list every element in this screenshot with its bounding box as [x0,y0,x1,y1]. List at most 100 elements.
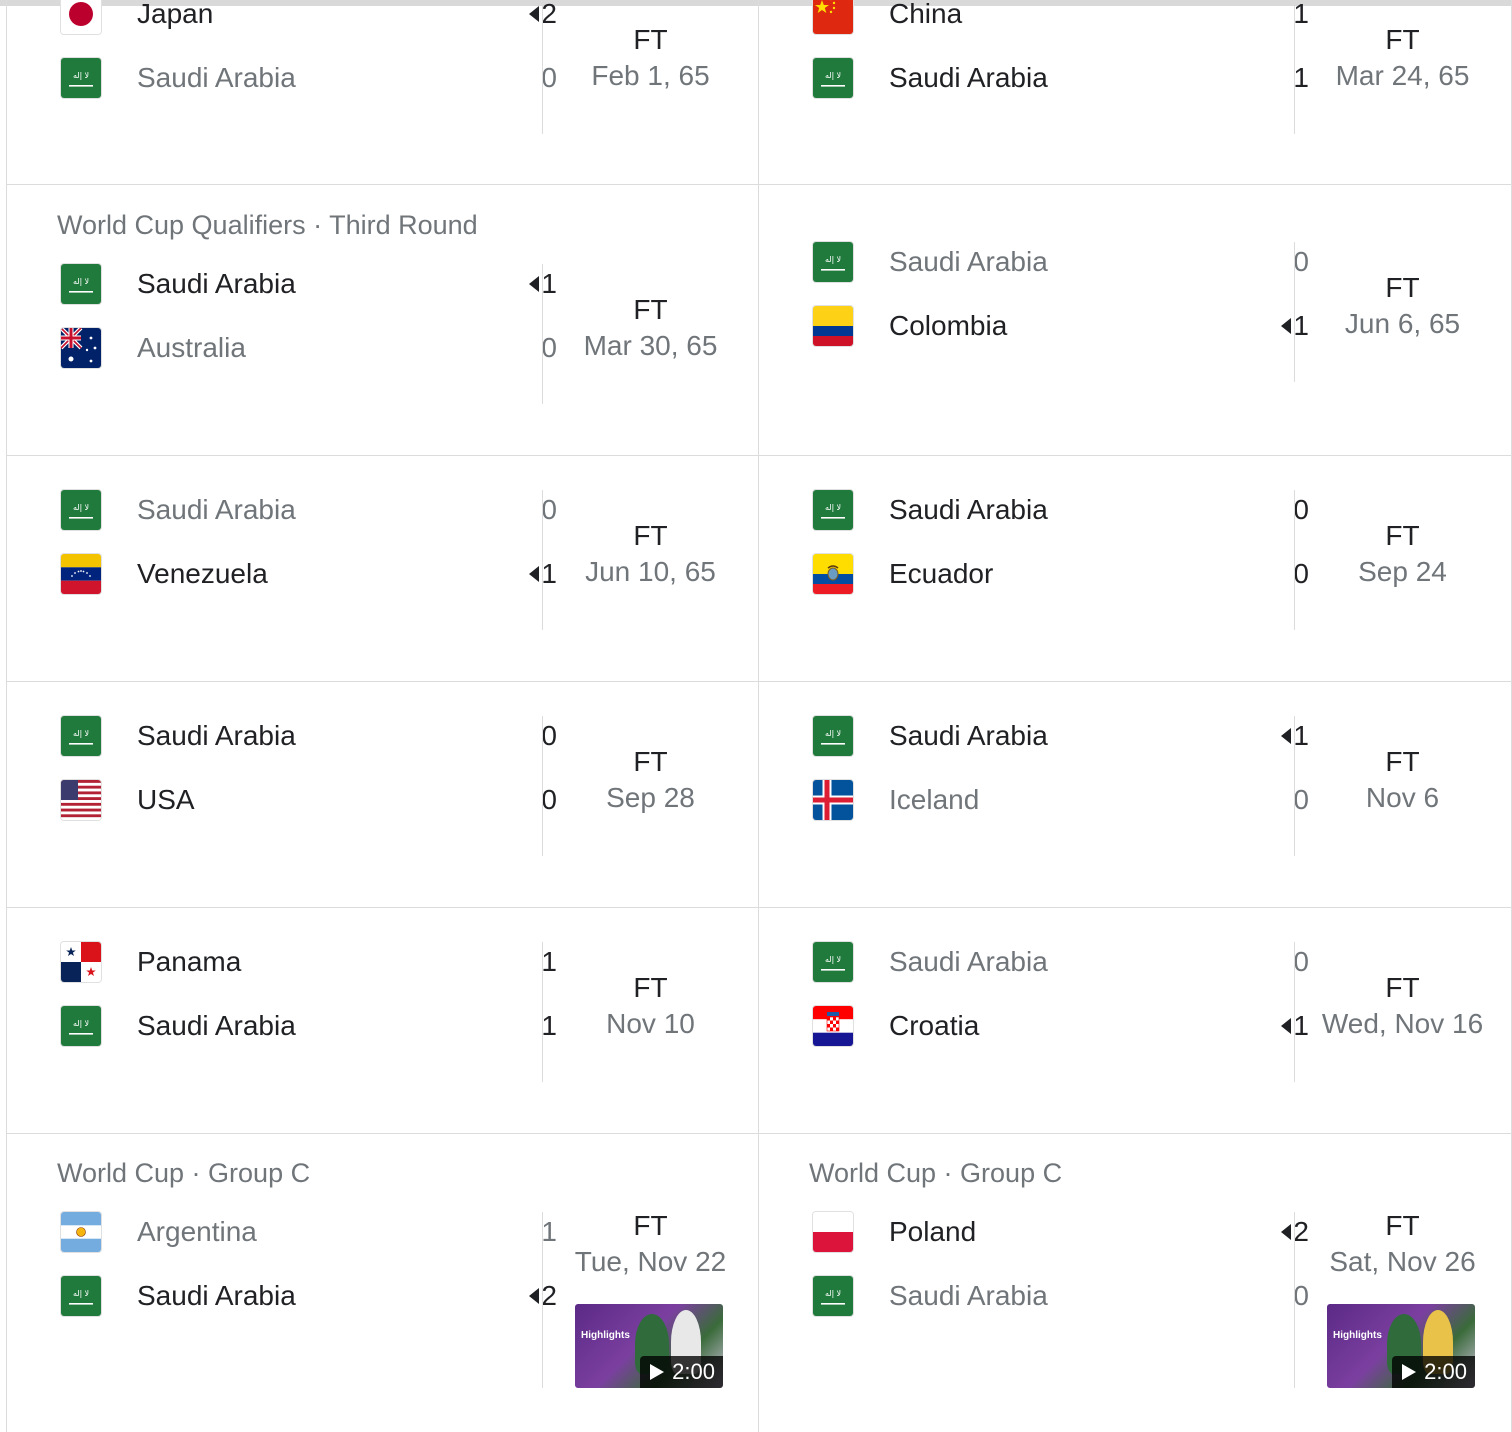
team-name: Venezuela [137,558,268,589]
team-row[interactable]: ﻻ إﻟﻪ Saudi Arabia 1 [57,262,557,306]
team-row[interactable]: Colombia 1 [809,304,1309,348]
team-name: Saudi Arabia [137,62,296,93]
team-row[interactable]: Australia 0 [57,326,557,370]
saudi-flag-graphic: ﻻ إﻟﻪ [813,490,853,530]
match-card[interactable]: ﻻ إﻟﻪ Saudi Arabia 0 Venezuela 1 FT Jun 10, 65 [6,456,759,682]
svg-text:ﻻ إﻟﻪ: ﻻ إﻟﻪ [73,1289,89,1299]
match-status: FT Mar 24, 65 [1295,24,1510,92]
match-status: FT Wed, Nov 16 [1295,972,1510,1040]
play-icon [650,1364,665,1380]
team-name: Ecuador [889,558,994,589]
match-card[interactable]: ﻻ إﻟﻪ Saudi Arabia 1 Iceland 0 FT Nov 6 [758,682,1512,908]
team-name: USA [137,784,195,815]
team-row[interactable]: ﻻ إﻟﻪ Saudi Arabia 0 [57,714,557,758]
match-status: FT Feb 1, 65 [543,24,758,92]
competition-label[interactable]: World Cup Qualifiers · Third Round [57,210,478,241]
team-row[interactable]: Croatia 1 [809,1004,1309,1048]
team-row[interactable]: Argentina 1 [57,1210,557,1254]
winner-arrow-icon [529,1288,539,1304]
match-date: Sep 28 [606,782,695,813]
match-status: FT Sat, Nov 26 [1295,1210,1510,1278]
highlights-video-thumbnail[interactable]: Highlights 2:00 [1327,1304,1475,1388]
saudi-flag: ﻻ إﻟﻪ [813,242,853,282]
team-row[interactable]: USA 0 [57,778,557,822]
saudi-flag-graphic: ﻻ إﻟﻪ [813,716,853,756]
match-card[interactable]: World Cup Qualifiers · Third Round ﻻ إﻟﻪ S… [6,185,759,456]
match-card[interactable]: ﻻ إﻟﻪ Saudi Arabia 0 Colombia 1 FT Jun 6, 65 [758,185,1512,456]
team-row[interactable]: Ecuador 0 [809,552,1309,596]
saudi-flag: ﻻ إﻟﻪ [813,942,853,982]
match-date: Sep 24 [1358,556,1447,587]
team-name: Saudi Arabia [137,494,296,525]
match-date: Wed, Nov 16 [1321,1008,1484,1039]
team-name: Saudi Arabia [889,720,1048,751]
croatia-flag-graphic [813,1006,853,1046]
china-flag [813,0,853,34]
team-row[interactable]: ﻻ إﻟﻪ Saudi Arabia 1 [809,714,1309,758]
team-row[interactable]: Iceland 0 [809,778,1309,822]
video-duration: 2:00 [1392,1356,1475,1388]
ecuador-flag-graphic [813,554,853,594]
team-row[interactable]: Venezuela 1 [57,552,557,596]
saudi-flag-graphic: ﻻ إﻟﻪ [61,1006,101,1046]
team-row[interactable]: Japan 2 [57,0,557,36]
team-row[interactable]: ﻻ إﻟﻪ Saudi Arabia 0 [809,1274,1309,1318]
match-card[interactable]: ﻻ إﻟﻪ Saudi Arabia 0 Croatia 1 FT Wed, Nov 16 [758,908,1512,1134]
match-card[interactable]: Japan 2 ﻻ إﻟﻪ Saudi Arabia 0 FT Feb 1, 65 [6,0,759,185]
argentina-flag-graphic [61,1212,101,1252]
poland-flag-graphic [813,1212,853,1252]
team-row[interactable]: ﻻ إﻟﻪ Saudi Arabia 0 [57,56,557,100]
saudi-flag: ﻻ إﻟﻪ [813,58,853,98]
team-row[interactable]: ﻻ إﻟﻪ Saudi Arabia 1 [809,56,1309,100]
team-name: Argentina [137,1216,257,1247]
team-row[interactable]: Poland 2 [809,1210,1309,1254]
ecuador-flag [813,554,853,594]
match-status: FT Tue, Nov 22 [543,1210,758,1278]
usa-flag [61,780,101,820]
saudi-flag: ﻻ إﻟﻪ [61,490,101,530]
team-name: Saudi Arabia [889,62,1048,93]
saudi-flag-graphic: ﻻ إﻟﻪ [813,1276,853,1316]
match-status: FT Jun 6, 65 [1295,272,1510,340]
team-row[interactable]: Panama 1 [57,940,557,984]
team-row[interactable]: China 1 [809,0,1309,36]
usa-flag-graphic [61,780,101,820]
match-card[interactable]: World Cup · Group C Argentina 1 ﻻ إﻟﻪ Saudi … [6,1134,759,1432]
team-row[interactable]: ﻻ إﻟﻪ Saudi Arabia 0 [809,488,1309,532]
team-row[interactable]: ﻻ إﻟﻪ Saudi Arabia 0 [809,240,1309,284]
svg-text:ﻻ إﻟﻪ: ﻻ إﻟﻪ [73,71,89,81]
status-label: FT [633,520,668,551]
team-name: Croatia [889,1010,980,1041]
team-name: Saudi Arabia [137,720,296,751]
svg-text:ﻻ إﻟﻪ: ﻻ إﻟﻪ [73,277,89,287]
svg-text:ﻻ إﻟﻪ: ﻻ إﻟﻪ [73,1019,89,1029]
match-card[interactable]: ﻻ إﻟﻪ Saudi Arabia 0 USA 0 FT Sep 28 [6,682,759,908]
winner-arrow-icon [529,566,539,582]
highlights-label: Highlights [581,1330,630,1341]
team-row[interactable]: ﻻ إﻟﻪ Saudi Arabia 0 [57,488,557,532]
competition-label[interactable]: World Cup · Group C [57,1158,310,1189]
saudi-flag: ﻻ إﻟﻪ [61,1276,101,1316]
highlights-video-thumbnail[interactable]: Highlights 2:00 [575,1304,723,1388]
status-label: FT [1385,746,1420,777]
team-row[interactable]: ﻻ إﻟﻪ Saudi Arabia 0 [809,940,1309,984]
match-card[interactable]: World Cup · Group C Poland 2 ﻻ إﻟﻪ Saudi Ara… [758,1134,1512,1432]
saudi-flag-graphic: ﻻ إﻟﻪ [813,942,853,982]
saudi-flag: ﻻ إﻟﻪ [813,1276,853,1316]
saudi-flag: ﻻ إﻟﻪ [61,1006,101,1046]
match-card[interactable]: ﻻ إﻟﻪ Saudi Arabia 0 Ecuador 0 FT Sep 24 [758,456,1512,682]
team-row[interactable]: ﻻ إﻟﻪ Saudi Arabia 1 [57,1004,557,1048]
svg-text:ﻻ إﻟﻪ: ﻻ إﻟﻪ [73,729,89,739]
saudi-flag: ﻻ إﻟﻪ [61,58,101,98]
match-card[interactable]: China 1 ﻻ إﻟﻪ Saudi Arabia 1 FT Mar 24, 65 [758,0,1512,185]
team-name: Panama [137,946,242,977]
team-name: Saudi Arabia [889,1280,1048,1311]
winner-arrow-icon [1281,318,1291,334]
match-card[interactable]: Panama 1 ﻻ إﻟﻪ Saudi Arabia 1 FT Nov 10 [6,908,759,1134]
duration-text: 2:00 [1424,1359,1467,1384]
team-name: Poland [889,1216,977,1247]
team-name: China [889,0,963,29]
iceland-flag-graphic [813,780,853,820]
team-row[interactable]: ﻻ إﻟﻪ Saudi Arabia 2 [57,1274,557,1318]
competition-label[interactable]: World Cup · Group C [809,1158,1062,1189]
